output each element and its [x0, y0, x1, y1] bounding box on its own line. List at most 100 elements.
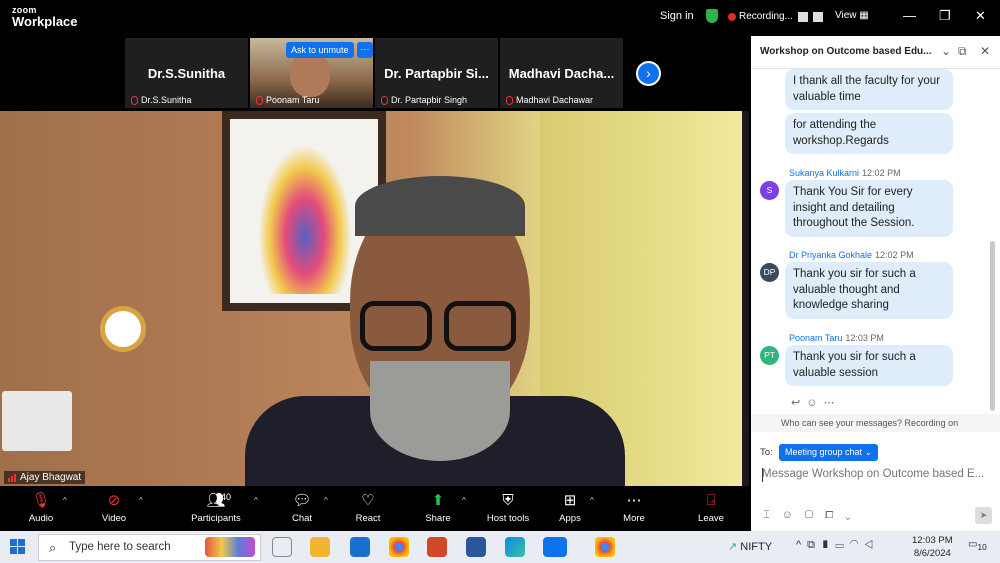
leave-button[interactable]: ⍈ Leave — [681, 492, 741, 524]
signal-strength-icon — [8, 473, 16, 482]
ask-to-unmute-button[interactable]: Ask to unmute — [286, 42, 354, 58]
chevron-down-icon[interactable]: ⌄ — [845, 509, 862, 521]
stock-widget[interactable]: ↗ NIFTY — [728, 540, 772, 553]
chevron-up-icon[interactable]: ^ — [324, 496, 328, 505]
powerpoint-icon[interactable] — [427, 537, 447, 557]
chat-scrollbar[interactable] — [990, 241, 995, 411]
share-screen-icon: ⬆ — [431, 492, 445, 509]
view-menu-button[interactable]: View ▦ — [835, 10, 869, 21]
minimize-button[interactable]: — — [903, 8, 916, 23]
audio-button[interactable]: 🎙︎ Audio ^ — [11, 492, 71, 524]
visibility-notice[interactable]: Who can see your messages? Recording on — [751, 414, 1000, 432]
send-icon[interactable]: ➤ — [975, 507, 992, 524]
thumb-more-button[interactable]: ··· — [357, 42, 373, 58]
battery-icon[interactable]: ▭ — [835, 539, 849, 551]
leave-icon: ⍈ — [706, 492, 716, 509]
search-highlight-icon[interactable] — [205, 537, 255, 557]
chrome-icon[interactable] — [595, 537, 615, 557]
message-time: 12:02 PM — [862, 168, 901, 178]
mic-icon[interactable]: ▮ — [821, 539, 835, 551]
taskbar-clock[interactable]: 12:03 PM 8/6/2024 — [912, 534, 953, 560]
reply-icon[interactable]: ↩ — [791, 397, 806, 409]
zoom-taskbar-icon[interactable] — [543, 537, 567, 557]
pause-recording-button[interactable] — [797, 11, 808, 22]
chat-message-bubble: Thank You Sir for every insight and deta… — [785, 180, 953, 237]
apps-label: Apps — [559, 513, 581, 524]
shield-icon: ⛨ — [502, 492, 514, 509]
edge-icon[interactable] — [505, 537, 525, 557]
thumb-name: Madhavi Dachawar — [516, 95, 594, 105]
chevron-up-icon[interactable]: ^ — [63, 496, 67, 505]
close-chat-icon[interactable]: ✕ — [980, 44, 990, 58]
video-scrollbar[interactable] — [742, 111, 749, 486]
participant-thumb[interactable]: Madhavi Dacha... Madhavi Dachawar — [500, 38, 623, 108]
thumb-name-tag: Dr.S.Sunitha — [131, 95, 192, 105]
message-time: 12:02 PM — [875, 250, 914, 260]
wall-clock — [100, 306, 146, 352]
participant-thumb[interactable]: Dr.S.Sunitha Dr.S.Sunitha — [125, 38, 248, 108]
more-label: More — [623, 513, 645, 524]
chat-button[interactable]: 💬︎ Chat ^ — [272, 492, 332, 524]
participant-video-face — [290, 52, 330, 97]
sign-in-link[interactable]: Sign in — [660, 10, 694, 22]
chat-message-bubble: I thank all the faculty for your valuabl… — [785, 69, 953, 110]
file-icon[interactable]: ▢ — [805, 509, 825, 521]
emoji-icon[interactable]: ☺ — [782, 509, 805, 521]
thumb-display-name: Madhavi Dacha... — [508, 66, 615, 81]
chevron-up-icon[interactable]: ^ — [254, 496, 258, 505]
notification-icon[interactable]: ▭10 — [968, 539, 987, 552]
wifi-icon[interactable]: ◠ — [850, 539, 865, 551]
text-cursor — [762, 468, 763, 482]
next-page-arrow-icon[interactable]: › — [636, 61, 661, 86]
close-button[interactable]: ✕ — [975, 8, 986, 24]
recipient-value: Meeting group chat — [785, 447, 863, 457]
chevron-up-icon[interactable]: ^ — [139, 496, 143, 505]
thumb-name: Poonam Taru — [266, 95, 320, 105]
share-button[interactable]: ⬆ Share ^ — [408, 492, 468, 524]
participants-button[interactable]: 👥︎ 40 Participants ^ — [186, 492, 258, 524]
sender-name: Sukanya Kulkarni — [789, 168, 860, 178]
file-explorer-icon[interactable] — [310, 537, 330, 557]
react-button[interactable]: ♡ React — [338, 492, 398, 524]
stop-recording-button[interactable] — [812, 11, 823, 22]
chrome-icon[interactable] — [389, 537, 409, 557]
muted-mic-icon — [381, 95, 388, 105]
dropdown-chevron-icon[interactable]: ⌄ — [941, 44, 951, 58]
speaker-name-tag: Ajay Bhagwat — [4, 471, 86, 484]
participants-icon: 👥︎ — [206, 492, 226, 509]
participants-label: Participants — [191, 513, 241, 524]
task-view-icon[interactable] — [272, 537, 292, 557]
video-button[interactable]: ⊘ Video ^ — [84, 492, 144, 524]
meet-now-icon[interactable]: ⧉ — [807, 539, 821, 551]
participant-thumb[interactable]: Dr. Partapbir Si... Dr. Partapbir Singh — [375, 38, 498, 108]
emoji-icon[interactable]: ☺ — [806, 397, 823, 409]
security-shield-icon[interactable] — [706, 9, 718, 23]
thumb-name-tag: Poonam Taru — [256, 95, 319, 105]
chat-message-bubble: Thank you sir for such a valuable sessio… — [785, 345, 953, 386]
more-dots-icon[interactable]: ⋯ — [823, 397, 840, 409]
search-placeholder: Type here to search — [69, 541, 171, 553]
apps-button[interactable]: ⊞ Apps ^ — [540, 492, 600, 524]
chat-panel: Workshop on Outcome based Edu... ⌄ ⧉ ✕ I… — [751, 36, 1000, 531]
heart-icon: ♡ — [361, 492, 375, 509]
chevron-up-icon[interactable]: ^ — [590, 496, 594, 505]
meeting-toolbar: 🎙︎ Audio ^ ⊘ Video ^ 👥︎ 40 Participants ^ 💬︎ Cha… — [0, 486, 749, 531]
recipient-select[interactable]: Meeting group chat ⌄ — [779, 444, 879, 461]
mail-icon[interactable] — [350, 537, 370, 557]
chevron-up-icon[interactable]: ^ — [796, 539, 807, 551]
word-icon[interactable] — [466, 537, 486, 557]
host-tools-button[interactable]: ⛨ Host tools — [478, 492, 538, 524]
volume-icon[interactable]: ◁ — [864, 539, 879, 551]
message-input[interactable] — [762, 468, 990, 480]
format-icon[interactable]: ⌶ — [763, 509, 782, 521]
chat-message-bubble: for attending the workshop.Regards — [785, 113, 953, 154]
restore-button[interactable]: ❐ — [939, 8, 951, 24]
sender-name: Poonam Taru — [789, 333, 843, 343]
message-sender: Sukanya Kulkarni 12:02 PM — [789, 168, 901, 178]
popout-icon[interactable]: ⧉ — [958, 44, 967, 59]
chevron-up-icon[interactable]: ^ — [462, 496, 466, 505]
screenshot-icon[interactable]: ⧠ — [825, 509, 845, 521]
windows-start-icon[interactable] — [10, 539, 25, 554]
thumb-name: Dr. Partapbir Singh — [391, 95, 468, 105]
more-button[interactable]: ⋯ More — [604, 492, 664, 524]
